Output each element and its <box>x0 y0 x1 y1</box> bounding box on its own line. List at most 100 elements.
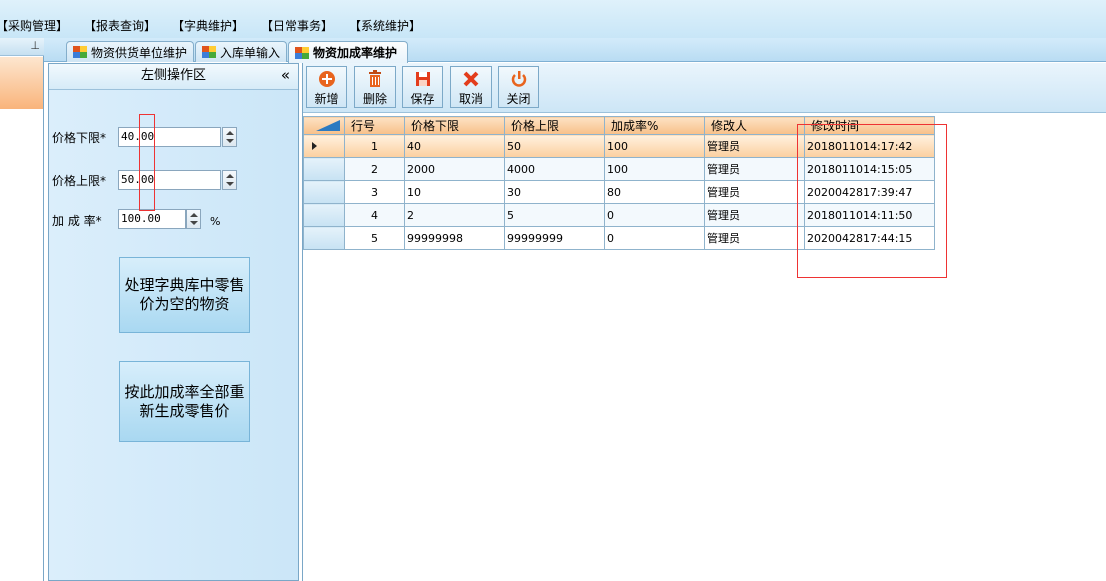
close-button[interactable]: 关闭 <box>498 66 539 108</box>
row-indicator[interactable] <box>303 203 345 227</box>
cell-modified-by[interactable]: 管理员 <box>704 180 805 204</box>
close-x-icon <box>463 71 479 87</box>
current-row-arrow-icon <box>312 142 317 150</box>
add-icon <box>318 71 335 87</box>
corner-triangle-icon <box>316 120 340 131</box>
dock-selected-band[interactable] <box>0 57 43 109</box>
trash-icon <box>369 70 381 87</box>
cell-modified-by[interactable]: 管理员 <box>704 203 805 227</box>
table-row[interactable]: 4 2 5 0 管理员 2018011014:11:50 <box>303 203 935 227</box>
cell-price-low[interactable]: 2 <box>404 203 505 227</box>
tab-stock-in-entry[interactable]: 入库单输入 <box>195 41 287 62</box>
column-header-modified-by[interactable]: 修改人 <box>704 116 805 135</box>
cell-price-low[interactable]: 10 <box>404 180 505 204</box>
cell-modified-by[interactable]: 管理员 <box>704 226 805 250</box>
price-low-spinner[interactable] <box>222 127 237 147</box>
cancel-label: 取消 <box>458 92 483 106</box>
cell-modified-time[interactable]: 2018011014:17:42 <box>804 134 935 158</box>
column-header-modified-time[interactable]: 修改时间 <box>804 116 935 135</box>
tab-markup-rate-maintenance[interactable]: 物资加成率维护 <box>288 41 408 63</box>
price-high-label: 价格上限* <box>52 174 107 188</box>
menu-reports[interactable]: 【报表查询】 <box>84 17 156 34</box>
cell-row-no[interactable]: 2 <box>344 157 405 181</box>
price-low-label: 价格下限* <box>52 131 107 145</box>
dock-header: ⊥ <box>0 38 44 56</box>
cell-row-no[interactable]: 4 <box>344 203 405 227</box>
window-icon <box>295 46 309 59</box>
window-icon <box>73 46 87 58</box>
add-label: 新增 <box>314 92 339 106</box>
table-row[interactable]: 1 40 50 100 管理员 2018011014:17:42 <box>303 134 935 158</box>
cell-markup-rate[interactable]: 80 <box>604 180 705 204</box>
cancel-button[interactable]: 取消 <box>450 66 492 108</box>
save-icon <box>415 72 430 86</box>
cell-modified-time[interactable]: 2020042817:44:15 <box>804 226 935 250</box>
rate-label: 加 成 率* <box>52 214 102 228</box>
row-indicator[interactable] <box>303 134 345 158</box>
menu-daily[interactable]: 【日常事务】 <box>261 17 333 34</box>
row-indicator[interactable] <box>303 157 345 181</box>
toolbar: 新增 删除 保存 取消 关闭 <box>303 63 1106 113</box>
column-header-price-high[interactable]: 价格上限 <box>504 116 605 135</box>
cell-price-high[interactable]: 5 <box>504 203 605 227</box>
cell-markup-rate[interactable]: 100 <box>604 157 705 181</box>
price-high-input[interactable]: 50.00 <box>118 170 221 190</box>
cell-row-no[interactable]: 1 <box>344 134 405 158</box>
cell-markup-rate[interactable]: 100 <box>604 134 705 158</box>
rate-spinner[interactable] <box>186 209 201 229</box>
cell-price-high[interactable]: 4000 <box>504 157 605 181</box>
save-label: 保存 <box>410 92 435 106</box>
menu-dictionary[interactable]: 【字典维护】 <box>172 17 244 34</box>
rate-input[interactable]: 100.00 <box>118 209 186 229</box>
row-indicator[interactable] <box>303 226 345 250</box>
menu-bar: 【采购管理】 【报表查询】 【字典维护】 【日常事务】 【系统维护】 <box>0 0 1106 38</box>
document-tabs: 物资供货单位维护 入库单输入 物资加成率维护 <box>44 38 1106 63</box>
cell-row-no[interactable]: 3 <box>344 180 405 204</box>
cell-row-no[interactable]: 5 <box>344 226 405 250</box>
tab-supplier-maintenance[interactable]: 物资供货单位维护 <box>66 41 194 62</box>
delete-button[interactable]: 删除 <box>354 66 396 108</box>
column-header-price-low[interactable]: 价格下限 <box>404 116 505 135</box>
main-content: 新增 删除 保存 取消 关闭 行号 价格下限 价格上限 加成率% 修改人 修改时… <box>302 63 1106 581</box>
cell-modified-by[interactable]: 管理员 <box>704 134 805 158</box>
cell-modified-time[interactable]: 2020042817:39:47 <box>804 180 935 204</box>
select-all-corner[interactable] <box>303 116 345 135</box>
cell-price-high[interactable]: 50 <box>504 134 605 158</box>
close-label: 关闭 <box>506 92 531 106</box>
cell-price-low[interactable]: 40 <box>404 134 505 158</box>
price-low-input[interactable]: 40.00 <box>118 127 221 147</box>
rate-unit: % <box>210 215 221 228</box>
column-header-row-no[interactable]: 行号 <box>344 116 405 135</box>
tab-label: 物资加成率维护 <box>313 46 398 60</box>
table-row[interactable]: 2 2000 4000 100 管理员 2018011014:15:05 <box>303 157 935 181</box>
process-empty-retail-price-button[interactable]: 处理字典库中零售价为空的物资 <box>119 257 250 333</box>
regenerate-retail-price-button[interactable]: 按此加成率全部重新生成零售价 <box>119 361 250 442</box>
cell-price-low[interactable]: 99999998 <box>404 226 505 250</box>
collapse-icon[interactable]: « <box>281 64 290 86</box>
delete-label: 删除 <box>362 92 387 106</box>
tab-label: 入库单输入 <box>220 45 281 60</box>
power-icon <box>511 71 526 87</box>
price-high-spinner[interactable] <box>222 170 237 190</box>
menu-purchase[interactable]: 【采购管理】 <box>0 17 68 34</box>
left-operation-panel: 左侧操作区 « 价格下限* 40.00 价格上限* 50.00 加 成 率* 1… <box>48 63 299 581</box>
cell-markup-rate[interactable]: 0 <box>604 226 705 250</box>
add-button[interactable]: 新增 <box>306 66 347 108</box>
cell-price-high[interactable]: 30 <box>504 180 605 204</box>
table-row[interactable]: 3 10 30 80 管理员 2020042817:39:47 <box>303 180 935 204</box>
cell-modified-time[interactable]: 2018011014:11:50 <box>804 203 935 227</box>
row-indicator[interactable] <box>303 180 345 204</box>
left-dock: ⊥ <box>0 38 44 581</box>
menu-system[interactable]: 【系统维护】 <box>349 17 421 34</box>
cell-modified-time[interactable]: 2018011014:15:05 <box>804 157 935 181</box>
cell-markup-rate[interactable]: 0 <box>604 203 705 227</box>
column-header-markup-rate[interactable]: 加成率% <box>604 116 705 135</box>
save-button[interactable]: 保存 <box>402 66 443 108</box>
cell-modified-by[interactable]: 管理员 <box>704 157 805 181</box>
window-icon <box>202 46 216 58</box>
table-row[interactable]: 5 99999998 99999999 0 管理员 2020042817:44:… <box>303 226 935 250</box>
cell-price-high[interactable]: 99999999 <box>504 226 605 250</box>
cell-price-low[interactable]: 2000 <box>404 157 505 181</box>
markup-rate-grid: 行号 价格下限 价格上限 加成率% 修改人 修改时间 1 40 50 100 管… <box>303 116 935 250</box>
pin-icon[interactable]: ⊥ <box>30 39 40 52</box>
